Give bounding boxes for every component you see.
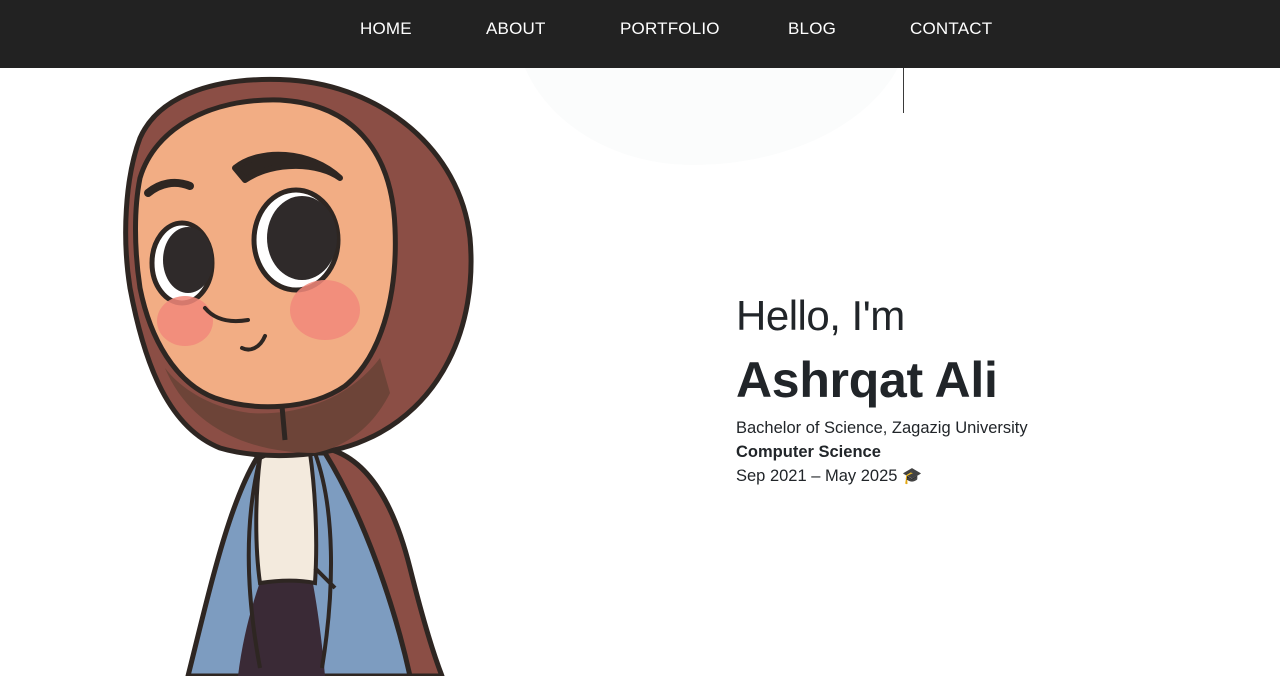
degree-text: Bachelor of Science, Zagazig University — [736, 419, 1028, 437]
hero-intro: Hello, I'm Ashrqat Ali Bachelor of Scien… — [736, 292, 1028, 489]
name-heading: Ashrqat Ali — [736, 352, 998, 408]
nav-portfolio-link[interactable]: PORTFOLIO — [620, 19, 720, 39]
nav-about-link[interactable]: ABOUT — [486, 19, 546, 39]
nav-contact-link[interactable]: CONTACT — [910, 19, 992, 39]
cartoon-girl-avatar-icon — [123, 76, 474, 676]
nav-links: HOME ABOUT PORTFOLIO BLOG CONTACT — [0, 0, 1280, 58]
graduation-cap-icon: 🎓 — [902, 468, 922, 485]
dates-line: Sep 2021 – May 2025 🎓 — [736, 464, 1028, 489]
nav-home-link[interactable]: HOME — [360, 19, 412, 39]
major-text: Computer Science — [736, 443, 881, 461]
divider-line — [903, 68, 904, 113]
nav-blog-link[interactable]: BLOG — [788, 19, 836, 39]
page: HOME ABOUT PORTFOLIO BLOG CONTACT Hello,… — [0, 0, 1280, 676]
top-navbar: HOME ABOUT PORTFOLIO BLOG CONTACT — [0, 0, 1280, 68]
greeting-heading: Hello, I'm — [736, 292, 905, 339]
dates-text: Sep 2021 – May 2025 — [736, 467, 898, 485]
